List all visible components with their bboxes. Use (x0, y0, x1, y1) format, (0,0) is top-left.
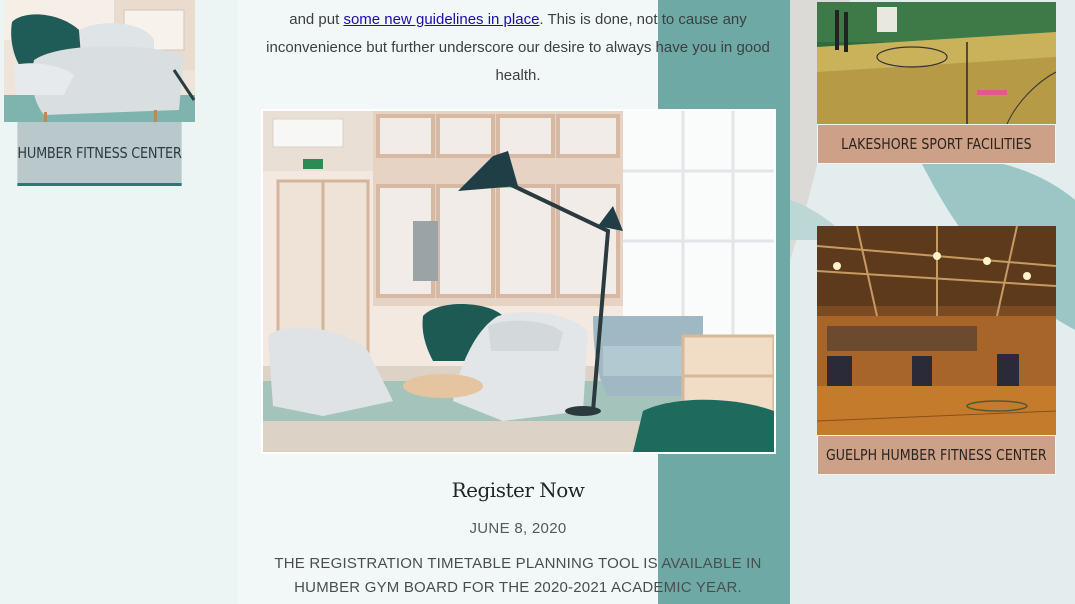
post-excerpt: THE REGISTRATION TIMETABLE PLANNING TOOL… (274, 555, 762, 596)
facility-caption[interactable]: HUMBER FITNESS CENTER (17, 122, 182, 186)
post-hero-image[interactable] (261, 109, 776, 454)
post-date: JUNE 8, 2020 (469, 520, 567, 537)
facility-caption[interactable]: LAKESHORE SPORT FACILITIES (817, 124, 1056, 164)
post-title[interactable]: Register Now (262, 478, 774, 502)
intro-text-prefix: and put (289, 11, 344, 28)
gymnasium-image (817, 226, 1056, 435)
lounge-room-image (263, 111, 774, 452)
facility-caption-text: LAKESHORE SPORT FACILITIES (841, 135, 1032, 153)
lounge-chairs-image (4, 0, 195, 122)
facility-card-guelph-humber[interactable]: GUELPH HUMBER FITNESS CENTER (817, 226, 1056, 475)
guidelines-link[interactable]: some new guidelines in place (343, 11, 539, 28)
facility-card-humber-fitness[interactable]: HUMBER FITNESS CENTER (4, 0, 195, 186)
facility-card-lakeshore[interactable]: LAKESHORE SPORT FACILITIES (817, 2, 1056, 164)
basketball-court-image (817, 2, 1056, 124)
facility-caption-text: GUELPH HUMBER FITNESS CENTER (826, 446, 1047, 464)
facility-caption[interactable]: GUELPH HUMBER FITNESS CENTER (817, 435, 1056, 475)
intro-paragraph: and put some new guidelines in place. Th… (262, 6, 774, 90)
